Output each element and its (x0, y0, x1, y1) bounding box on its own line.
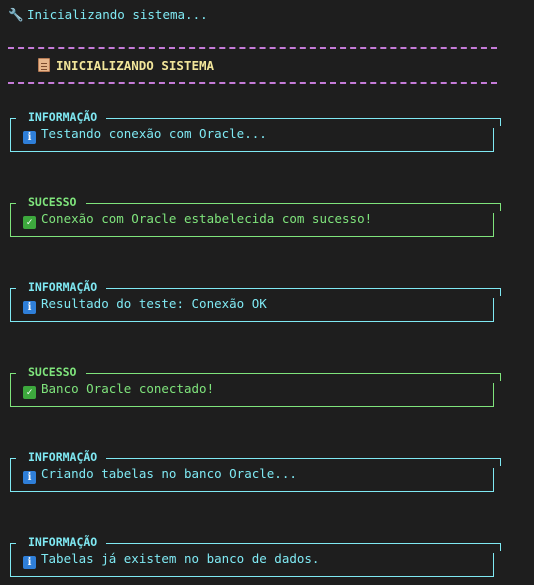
box-border (106, 458, 500, 459)
box-border (10, 373, 16, 374)
info-message-box: INFORMAÇÃO i Tabelas já existem no banco d… (0, 535, 534, 579)
box-border (10, 543, 16, 544)
info-label: INFORMAÇÃO (28, 280, 98, 294)
box-border (10, 458, 11, 491)
info-message-box: INFORMAÇÃO i Resultado do teste: Conexão O… (0, 280, 534, 324)
success-label: SUCESSO (28, 365, 77, 379)
box-border (493, 298, 494, 321)
check-icon: ✓ (23, 386, 36, 399)
info-label: INFORMAÇÃO (28, 535, 98, 549)
box-border (10, 118, 11, 151)
message-text: Testando conexão com Oracle... (41, 126, 267, 141)
box-border (500, 203, 501, 211)
header-title-line: INICIALIZANDO SISTEMA (38, 58, 214, 73)
box-border (10, 288, 16, 289)
message-line: ✓ Conexão com Oracle estabelecida com suc… (23, 211, 372, 229)
message-text: Banco Oracle conectado! (41, 381, 215, 396)
message-text: Criando tabelas no banco Oracle... (41, 466, 297, 481)
box-border (10, 576, 494, 577)
box-border (500, 118, 501, 126)
message-line: ✓ Banco Oracle conectado! (23, 381, 214, 399)
info-label: INFORMAÇÃO (28, 110, 98, 124)
bottom-divider (8, 82, 497, 84)
box-border (493, 128, 494, 151)
success-message-box: SUCESSO ✓ Banco Oracle conectado! (0, 365, 534, 409)
info-label: INFORMAÇÃO (28, 450, 98, 464)
success-message-box: SUCESSO ✓ Conexão com Oracle estabelecida … (0, 195, 534, 239)
box-border (500, 543, 501, 551)
box-border (10, 236, 494, 237)
box-border (493, 213, 494, 236)
message-text: Resultado do teste: Conexão OK (41, 296, 267, 311)
box-border (86, 203, 500, 204)
box-border (106, 118, 500, 119)
box-border (10, 151, 494, 152)
info-icon: i (23, 471, 36, 484)
box-border (10, 458, 16, 459)
box-border (500, 288, 501, 296)
clipboard-icon (38, 58, 50, 72)
box-border (10, 203, 11, 236)
header-title: INICIALIZANDO SISTEMA (56, 58, 215, 73)
message-text: Conexão com Oracle estabelecida com suce… (41, 211, 373, 226)
box-border (10, 406, 494, 407)
success-label: SUCESSO (28, 195, 77, 209)
box-border (106, 288, 500, 289)
box-border (493, 383, 494, 406)
message-line: i Testando conexão com Oracle... (23, 126, 267, 144)
box-border (10, 118, 16, 119)
message-text: Tabelas já existem no banco de dados. (41, 551, 320, 566)
info-icon: i (23, 131, 36, 144)
check-icon: ✓ (23, 216, 36, 229)
box-border (500, 373, 501, 381)
top-divider (8, 47, 497, 49)
terminal-output: 🔧 Inicializando sistema... INICIALIZANDO … (0, 0, 534, 585)
box-border (10, 203, 16, 204)
init-status-text: Inicializando sistema... (27, 7, 208, 22)
box-border (10, 288, 11, 321)
box-border (106, 543, 500, 544)
message-line: i Resultado do teste: Conexão OK (23, 296, 267, 314)
box-border (10, 491, 494, 492)
box-border (10, 543, 11, 576)
box-border (500, 458, 501, 466)
message-line: i Criando tabelas no banco Oracle... (23, 466, 297, 484)
box-border (493, 553, 494, 576)
wrench-icon: 🔧 (8, 7, 24, 22)
box-border (10, 321, 494, 322)
message-line: i Tabelas já existem no banco de dados. (23, 551, 319, 569)
info-icon: i (23, 556, 36, 569)
info-message-box: INFORMAÇÃO i Criando tabelas no banco Orac… (0, 450, 534, 494)
init-status-line: 🔧 Inicializando sistema... (8, 7, 208, 23)
box-border (493, 468, 494, 491)
box-border (10, 373, 11, 406)
info-message-box: INFORMAÇÃO i Testando conexão com Oracle..… (0, 110, 534, 154)
box-border (86, 373, 500, 374)
info-icon: i (23, 301, 36, 314)
